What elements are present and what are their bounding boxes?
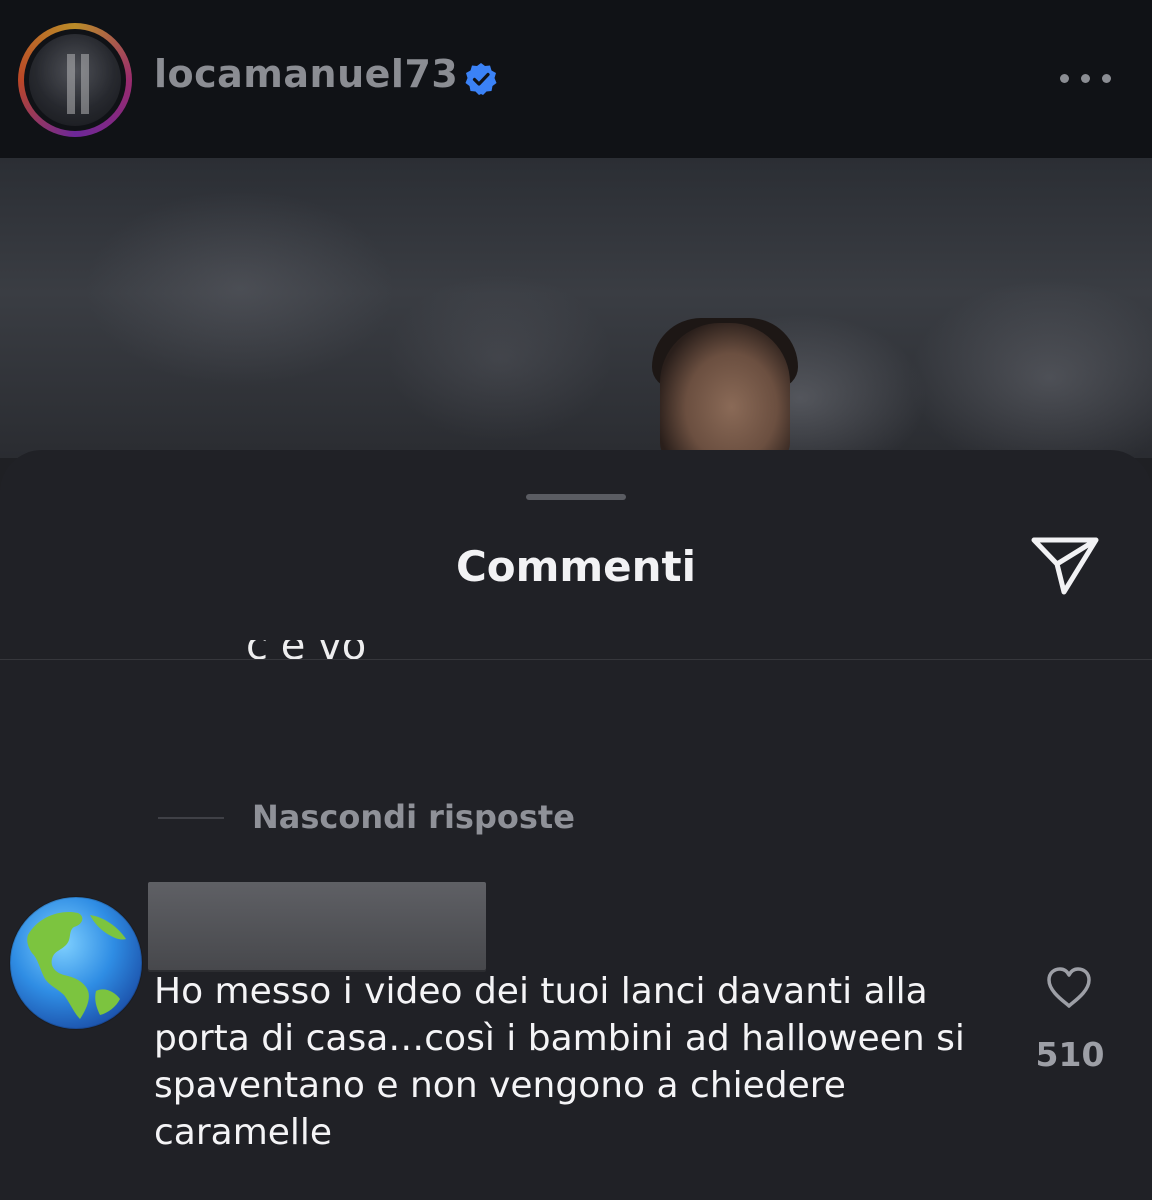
globe-americas-icon[interactable]: [8, 895, 144, 1031]
more-options-icon[interactable]: [1058, 70, 1114, 90]
heart-outline-icon[interactable]: [1045, 966, 1093, 1010]
redacted-username: [148, 882, 486, 970]
post-header: locamanuel73: [0, 0, 1152, 158]
comments-sheet: Commenti c e vo Nascondi risposte Ho mes…: [0, 450, 1152, 1200]
verified-badge-icon: [465, 63, 497, 95]
paper-plane-icon[interactable]: [1030, 534, 1100, 598]
comment-text: Ho messo i video dei tuoi lanci davanti …: [154, 971, 965, 1153]
profile-photo: [29, 34, 121, 126]
sheet-title: Commenti: [455, 542, 697, 591]
replies-line: [158, 817, 224, 819]
profile-avatar[interactable]: [18, 23, 132, 137]
sheet-grabber[interactable]: [526, 494, 626, 500]
username[interactable]: locamanuel73: [154, 52, 458, 96]
player-face: [660, 323, 790, 458]
like-count: 510: [1035, 1035, 1105, 1074]
hide-replies-button[interactable]: Nascondi risposte: [252, 798, 575, 836]
post-image: [0, 158, 1152, 458]
clipped-comment-text: c e vo: [246, 640, 367, 669]
sheet-divider: [0, 659, 1152, 660]
